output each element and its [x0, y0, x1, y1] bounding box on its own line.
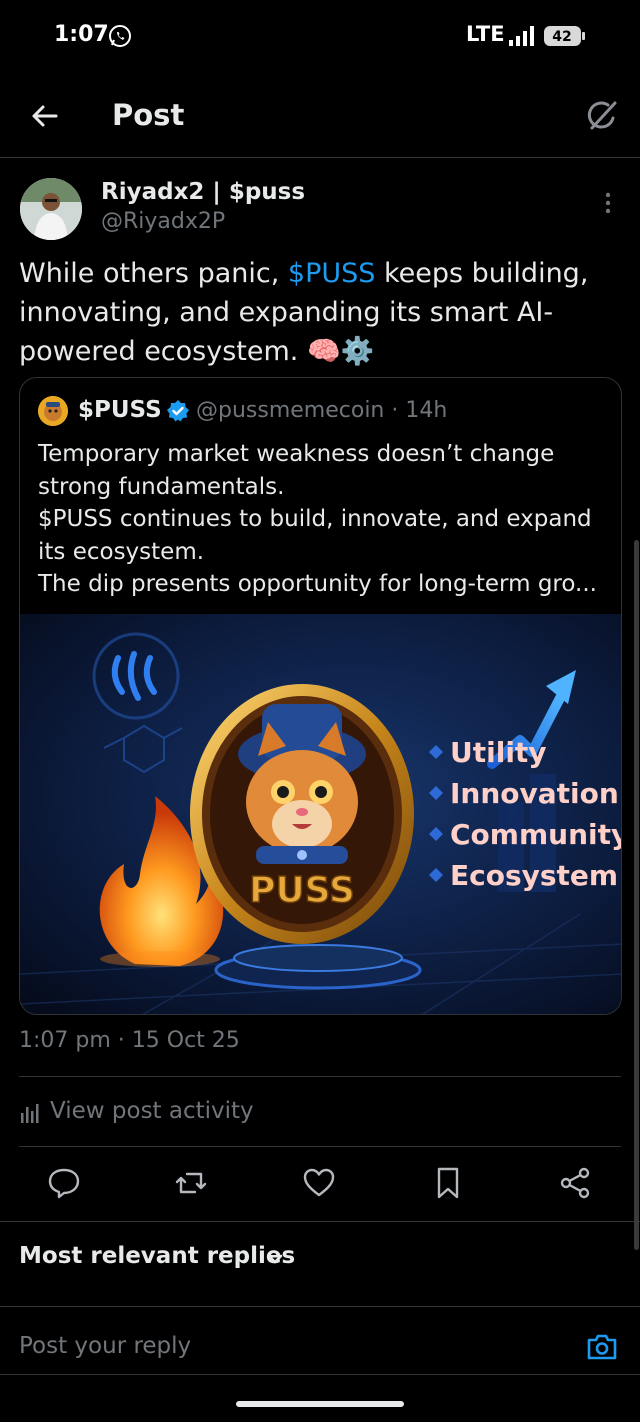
feature-label: Innovation: [450, 777, 619, 810]
network-type: LTE: [466, 22, 505, 46]
more-vertical-icon[interactable]: [596, 188, 620, 218]
share-icon[interactable]: [558, 1166, 592, 1200]
author-handle[interactable]: @Riyadx2P: [101, 209, 225, 234]
top-app-bar: Post: [0, 78, 640, 158]
quote-line: $PUSS continues to build, innovate, and …: [38, 506, 592, 565]
reply-input[interactable]: Post your reply: [19, 1333, 191, 1359]
quote-line: Temporary market weakness doesn’t change…: [38, 441, 555, 500]
feature-label: Community: [450, 818, 622, 851]
quote-body: Temporary market weakness doesn’t change…: [38, 438, 608, 601]
reply-icon[interactable]: [47, 1166, 81, 1200]
arrow-left-icon[interactable]: [26, 98, 62, 134]
status-time: 1:07: [54, 22, 109, 47]
camera-icon[interactable]: [585, 1330, 619, 1364]
divider: [0, 1374, 640, 1375]
avatar[interactable]: [20, 178, 82, 240]
repost-icon[interactable]: [174, 1166, 208, 1200]
chevron-down-icon[interactable]: [264, 1248, 286, 1270]
verified-badge-icon: [167, 400, 189, 422]
post-text-start: While others panic,: [19, 258, 288, 289]
quoted-post[interactable]: $PUSS @pussmemecoin · 14h Temporary mark…: [19, 377, 622, 1015]
coin-label: PUSS: [249, 870, 355, 911]
battery-icon: 42: [544, 25, 586, 47]
heart-icon[interactable]: [302, 1166, 336, 1200]
battery-level: 42: [552, 29, 571, 45]
quote-avatar: [38, 396, 68, 426]
author-display-name[interactable]: Riyadx2 | $puss: [101, 179, 305, 205]
divider: [19, 1146, 621, 1147]
post-body: While others panic, $PUSS keeps building…: [19, 254, 624, 371]
home-indicator[interactable]: [236, 1401, 404, 1407]
bookmark-icon[interactable]: [431, 1166, 465, 1200]
quote-line: The dip presents opportunity for long-te…: [38, 571, 597, 597]
feature-label: Ecosystem: [450, 859, 618, 892]
signal-icon: [509, 26, 534, 46]
whatsapp-icon: [109, 25, 131, 47]
grok-icon[interactable]: [584, 98, 620, 134]
feature-label: Utility: [450, 736, 547, 769]
reply-sort-selector[interactable]: Most relevant replies: [19, 1243, 295, 1269]
status-bar: 1:07 LTE 42: [0, 0, 640, 72]
divider: [0, 1221, 640, 1222]
cashtag-link[interactable]: $PUSS: [288, 258, 376, 289]
activity-label: View post activity: [50, 1098, 254, 1124]
post-action-bar: [0, 1162, 640, 1206]
divider: [19, 1076, 621, 1077]
quote-handle-time: @pussmemecoin · 14h: [196, 398, 448, 423]
divider: [0, 1306, 640, 1307]
scrollbar[interactable]: [634, 540, 639, 1250]
page-title: Post: [112, 98, 185, 132]
post-timestamp: 1:07 pm · 15 Oct 25: [19, 1028, 240, 1053]
quote-media-image[interactable]: PUSS Utility Innovation Community Ecosys…: [20, 614, 622, 1015]
bar-chart-icon: [21, 1104, 39, 1123]
quote-author-name: $PUSS: [78, 397, 162, 423]
